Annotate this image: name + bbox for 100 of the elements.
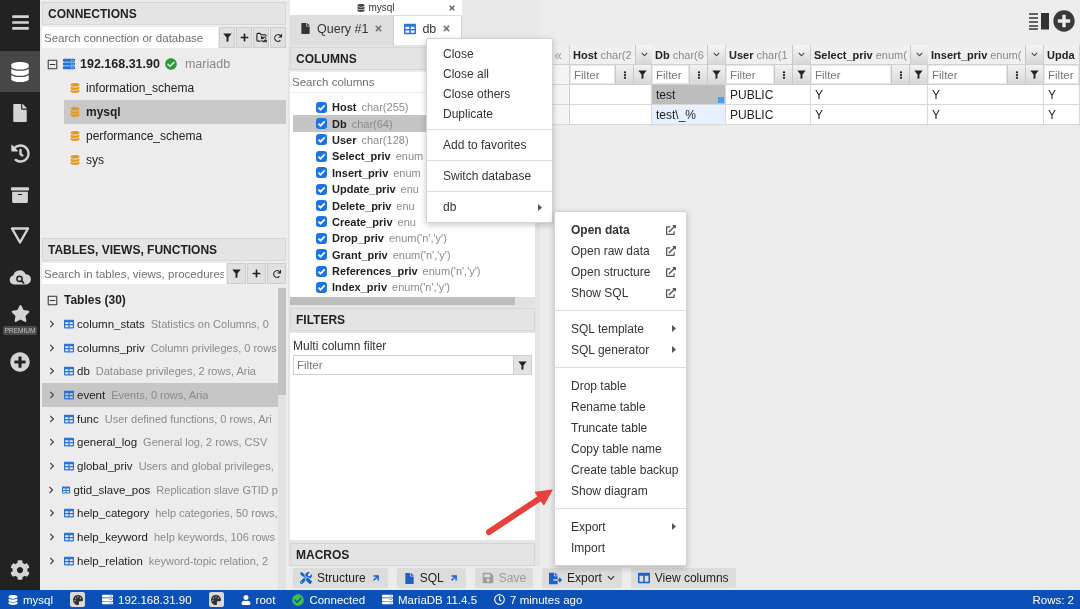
menu-item[interactable]: Show SQL [555,282,686,303]
database-item[interactable]: information_schema [64,76,286,100]
filter-field[interactable]: Filter [293,355,513,375]
checkbox[interactable] [316,265,327,277]
table-item[interactable]: column_stats Statistics on Columns, 0 [42,312,278,336]
chevron-right-icon[interactable] [48,414,56,423]
checkbox[interactable] [316,282,327,293]
close-icon[interactable] [448,3,456,12]
table-cell[interactable]: Y [1044,85,1080,105]
column-options-button[interactable] [774,65,792,84]
filter-field[interactable]: Filter [571,66,614,83]
connection-name[interactable]: 192.168.31.90 [80,57,160,71]
table-item[interactable]: gtid_slave_pos Replication slave GTID p [42,477,278,502]
table-cell[interactable]: PUBLIC [726,105,811,125]
checkbox[interactable] [316,183,327,195]
collapse-icon[interactable] [47,294,58,306]
table-cell[interactable] [570,105,652,125]
menu-item[interactable]: Import [555,537,686,558]
menu-item[interactable]: Open structure [555,261,686,282]
menu-item[interactable]: Truncate table [555,417,686,438]
filter-button[interactable] [1025,65,1043,84]
chevron-right-icon[interactable] [48,438,56,447]
chevron-right-icon[interactable] [48,343,56,352]
chevron-right-icon[interactable] [48,390,56,399]
sidebar-tab[interactable] [0,51,40,92]
filter-field[interactable]: Filter [727,66,773,83]
chevron-right-icon[interactable] [48,367,56,376]
add-button[interactable] [247,263,266,284]
filter-button[interactable] [707,65,725,84]
refresh-button[interactable] [270,27,286,48]
checkbox[interactable] [316,200,327,212]
checkbox[interactable] [316,216,327,228]
table-cell[interactable]: Y [928,85,1044,105]
menu-item[interactable]: Rename table [555,396,686,417]
filter-button[interactable] [792,65,810,84]
table-cell[interactable]: test\_% [652,105,726,125]
table-item[interactable]: help_keyword help keywords, 106 rows [42,525,278,549]
checkbox[interactable] [316,232,327,244]
checkbox[interactable] [316,118,327,130]
column-item[interactable]: References_priv enum('n','y') [293,262,535,280]
scrollbar-thumb[interactable] [290,297,515,305]
menu-item[interactable]: Create table backup [555,459,686,480]
table-item[interactable]: global_priv Users and global privileges, [42,454,278,478]
chevron-right-icon[interactable] [48,485,55,494]
checkbox[interactable] [316,167,327,179]
search-field[interactable]: Search connection or database [42,27,218,48]
toolbar-button[interactable]: Export [542,568,622,588]
table-cell[interactable]: Y [811,85,928,105]
table-item[interactable]: db Database privileges, 2 rows, Aria [42,359,278,384]
table-item[interactable]: func User defined functions, 0 rows, Ari [42,406,278,431]
collapse-icon[interactable] [47,58,58,70]
filter-button[interactable] [633,65,651,84]
database-item[interactable]: performance_schema [64,124,286,148]
toolbar-button[interactable]: SQL [396,568,466,588]
column-item[interactable]: Drop_priv enum('n','y') [293,230,535,247]
table-item[interactable]: general_log General log, 2 rows, CSV [42,430,278,455]
table-cell[interactable] [570,85,652,105]
toolbar-button[interactable]: Structure [293,568,388,588]
table-cell[interactable]: Y [928,105,1044,125]
column-options-button[interactable] [615,65,633,84]
folder-button[interactable] [253,27,269,48]
chevron-right-icon[interactable] [48,461,56,470]
palette-icon[interactable] [70,592,86,607]
chevron-right-icon[interactable] [48,533,56,542]
table-item[interactable]: help_relation keyword-topic relation, 2 [42,548,278,573]
table-cell[interactable]: Y [1044,105,1080,125]
column-item[interactable]: Index_priv enum('n','y') [293,279,535,296]
scrollbar-thumb[interactable] [278,288,286,395]
refresh-button[interactable] [267,263,286,284]
checkbox[interactable] [316,134,327,146]
table-item[interactable]: columns_priv Column privileges, 0 rows [42,335,278,360]
column-options-button[interactable] [689,65,707,84]
checkbox[interactable] [316,249,327,261]
menu-item[interactable]: Open data [555,219,686,240]
database-item[interactable]: mysql [64,100,286,124]
table-cell[interactable]: Y [811,105,928,125]
checkbox[interactable] [316,101,327,113]
menu-item[interactable]: Copy table name [555,438,686,459]
filter-button[interactable] [227,263,246,284]
menu-item[interactable]: Drop table [555,375,686,396]
table-cell[interactable]: PUBLIC [726,85,811,105]
editor-tab[interactable]: Query #1 [290,16,395,45]
checkbox[interactable] [316,150,327,162]
column-item[interactable]: Grant_priv enum('n','y') [293,246,535,263]
filter-button[interactable] [909,65,927,84]
filter-field[interactable]: Filter [812,66,890,83]
list-panel-icon[interactable] [1029,11,1049,30]
filter-button[interactable] [513,355,532,375]
filter-button[interactable] [219,27,235,48]
filter-field[interactable]: Filter [653,66,688,83]
column-options-button[interactable] [1007,65,1025,84]
toolbar-button[interactable]: View columns [630,568,736,588]
filter-field[interactable]: Filter [929,66,1006,83]
menu-item[interactable]: SQL generator [555,339,686,360]
close-icon[interactable] [374,24,384,33]
filter-field[interactable]: Filter [1045,66,1078,83]
close-icon[interactable] [442,24,452,33]
menu-item[interactable]: Open raw data [555,240,686,261]
menu-item[interactable]: SQL template [555,318,686,339]
database-item[interactable]: sys [64,148,286,172]
